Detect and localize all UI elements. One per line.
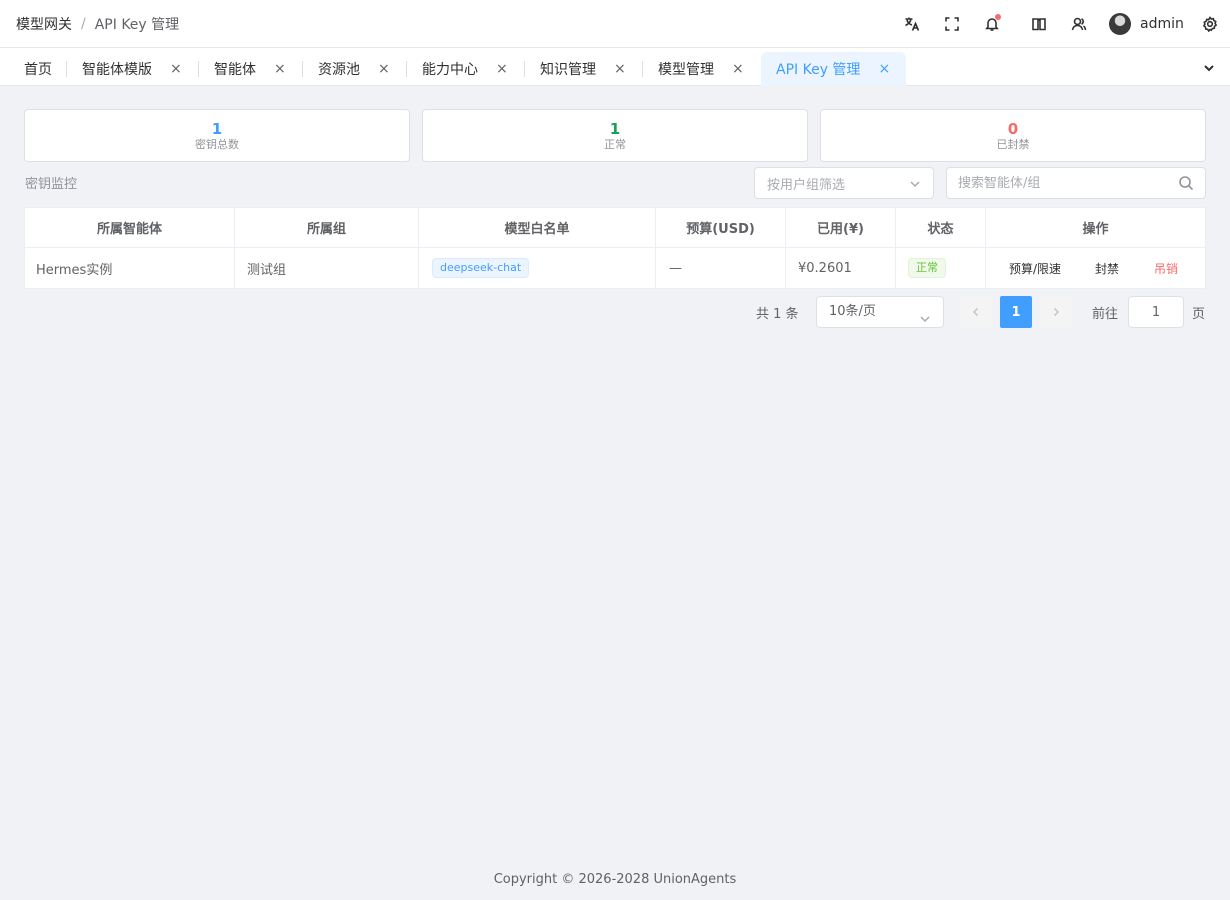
cell-group: 测试组 [235,248,419,288]
search-box [946,167,1206,199]
search-icon[interactable] [1178,175,1194,191]
notification-dot [995,14,1001,20]
stat-card-normal: 1 正常 [422,109,808,162]
stat-value: 0 [1007,120,1019,138]
tab-divider [66,61,67,77]
column-header: 状态 [896,208,986,247]
page-size-value: 10条/页 [829,304,876,319]
column-header: 已用(¥) [786,208,896,247]
user-menu[interactable]: admin [1109,13,1184,35]
close-icon[interactable]: × [614,62,626,76]
api-key-table: 所属智能体 所属组 模型白名单 预算(USD) 已用(¥) 状态 操作 Herm… [24,207,1206,289]
column-header: 操作 [1082,222,1109,237]
chevron-down-icon [919,307,931,323]
tab-agent-templates[interactable]: 智能体模版 × [82,52,182,86]
book-icon[interactable] [1029,14,1049,34]
tab-resource-pool[interactable]: 资源池 × [318,52,390,86]
chevron-down-icon[interactable] [1202,60,1216,74]
tab-label: 模型管理 [658,62,714,78]
breadcrumb-separator: / [81,16,86,32]
cell-budget: — [656,248,786,288]
username: admin [1140,16,1184,32]
tab-divider [302,61,303,77]
model-tag: deepseek-chat [432,258,530,278]
tab-label: 首页 [24,62,52,78]
cell-actions: 预算/限速 封禁 吊销 [986,248,1205,288]
avatar [1109,13,1131,35]
chevron-right-icon [1053,307,1060,317]
tab-divider [406,61,407,77]
tab-label: 资源池 [318,62,360,78]
bell-icon[interactable] [982,14,1002,34]
footer-copyright: Copyright © 2026-2028 UnionAgents [493,872,737,887]
column-header: 所属组 [235,208,419,247]
search-input[interactable] [947,168,1167,198]
tab-home[interactable]: 首页 [24,52,52,86]
close-icon[interactable]: × [170,62,182,76]
pagination-total: 共 1 条 [756,307,799,322]
users-icon[interactable] [1069,14,1089,34]
cell-status: 正常 [896,248,986,288]
fullscreen-icon[interactable] [942,14,962,34]
breadcrumb-current: API Key 管理 [94,17,180,33]
stat-label: 正常 [604,138,626,151]
tab-label: 知识管理 [540,62,596,78]
tab-label: 智能体 [214,62,256,78]
stat-value: 1 [211,120,223,138]
tab-label: 能力中心 [422,62,478,78]
stat-label: 密钥总数 [195,138,239,151]
tab-agents[interactable]: 智能体 × [214,52,286,86]
page-number-button[interactable]: 1 [1000,296,1032,328]
translate-icon[interactable] [902,14,922,34]
close-icon[interactable]: × [496,62,508,76]
close-icon[interactable]: × [732,62,744,76]
stat-value: 1 [609,120,621,138]
stat-card-banned: 0 已封禁 [820,109,1206,162]
close-icon[interactable]: × [378,62,390,76]
tab-capability-center[interactable]: 能力中心 × [422,52,508,86]
goto-page-input[interactable] [1128,296,1184,328]
tab-label: 智能体模版 [82,62,152,78]
close-icon[interactable]: × [274,62,286,76]
budget-limit-button[interactable]: 预算/限速 [1009,260,1061,277]
ban-button[interactable]: 封禁 [1095,260,1119,277]
table-row: Hermes实例 测试组 deepseek-chat — ¥0.2601 正常 … [25,248,1205,288]
tab-knowledge[interactable]: 知识管理 × [540,52,626,86]
breadcrumb-root[interactable]: 模型网关 [16,14,72,34]
cell-used: ¥0.2601 [786,248,896,288]
next-page-button[interactable] [1040,296,1072,328]
table-header: 所属智能体 所属组 模型白名单 预算(USD) 已用(¥) 状态 操作 [25,208,1205,248]
revoke-button[interactable]: 吊销 [1154,260,1178,277]
goto-suffix: 页 [1192,307,1206,322]
goto-label: 前往 [1092,307,1119,322]
tab-divider [642,61,643,77]
top-header: 模型网关 / API Key 管理 admin [0,0,1230,48]
close-icon[interactable]: × [878,62,890,76]
prev-page-button[interactable] [960,296,992,328]
page-size-select[interactable]: 10条/页 [816,296,944,328]
stat-card-total: 1 密钥总数 [24,109,410,162]
settings-icon[interactable] [1200,14,1220,34]
cell-agent: Hermes实例 [25,248,235,288]
cell-whitelist: deepseek-chat [419,248,656,288]
tab-divider [198,61,199,77]
tabs-bar: 首页 智能体模版 × 智能体 × 资源池 × 能力中心 × 知识管理 × 模型管… [0,48,1230,86]
chevron-left-icon [972,307,979,317]
tab-label: API Key 管理 [776,62,861,78]
tab-divider [524,61,525,77]
tab-models[interactable]: 模型管理 × [658,52,744,86]
column-header: 预算(USD) [656,208,786,247]
chevron-down-icon [909,178,921,190]
section-title: 密钥监控 [25,177,78,192]
stat-label: 已封禁 [996,138,1030,151]
breadcrumb: 模型网关 / API Key 管理 [16,0,179,48]
column-header: 模型白名单 [419,208,656,247]
tab-api-keys[interactable]: API Key 管理 × [761,52,907,86]
group-filter-placeholder: 按用户组筛选 [767,177,846,193]
status-badge: 正常 [908,258,946,278]
column-header: 所属智能体 [25,208,235,247]
group-filter-select[interactable]: 按用户组筛选 [754,167,934,199]
